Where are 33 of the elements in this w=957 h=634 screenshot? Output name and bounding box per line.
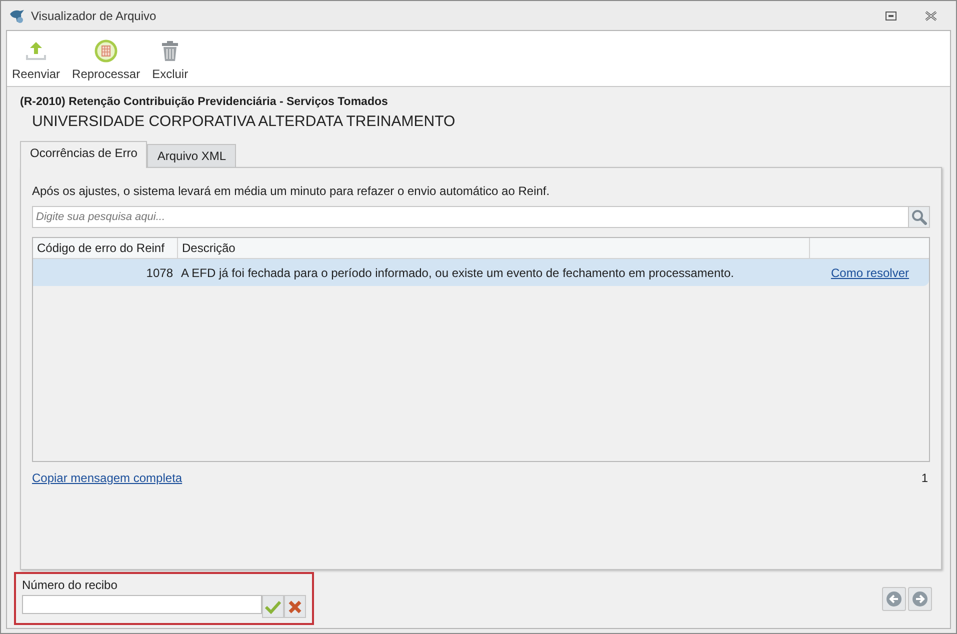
column-header: Código de erro do Reinf [33,238,178,258]
column-header: Descrição [178,238,810,258]
toolbar-button[interactable]: Excluir [152,39,188,81]
copy-message-link[interactable]: Copiar mensagem completa [32,471,182,485]
search-button[interactable] [908,206,930,228]
reprocess-icon [94,39,118,63]
company-name: UNIVERSIDADE CORPORATIVA ALTERDATA TREINAMENTO [32,113,456,130]
toolbar-button[interactable]: Reprocessar [72,39,140,81]
previous-button[interactable] [882,587,906,611]
search-icon [911,209,927,225]
toolbar-button[interactable]: Reenviar [12,39,60,81]
next-button[interactable] [908,587,932,611]
receipt-label: Número do recibo [22,578,118,592]
window-title: Visualizador de Arquivo [31,8,156,22]
close-icon[interactable] [925,10,937,20]
tab[interactable]: Ocorrências de Erro [20,141,148,168]
cancel-button[interactable] [284,595,306,618]
tab[interactable]: Arquivo XML [147,144,236,167]
restore-icon[interactable] [885,10,897,20]
error-description: A EFD já foi fechada para o período informado, ou existe um evento de fechamento em processamento. [180,266,735,280]
upload-icon [24,39,48,63]
info-text: Após os ajustes, o sistema levará em média um minuto para refazer o envio automático ao Reinf. [32,184,551,198]
close-icon [288,600,302,614]
receipt-field[interactable] [22,595,262,614]
event-title: (R-2010) Retenção Contribuição Previdenciária - Serviços Tomados [20,96,389,108]
check-icon [265,600,281,614]
bird-icon [9,8,25,24]
confirm-button[interactable] [262,595,284,618]
search-field[interactable]: Digite sua pesquisa aqui... [32,206,908,228]
how-to-fix-link[interactable]: Como resolver [830,266,910,280]
error-code: 1078 [145,266,174,280]
record-count: 1 [921,471,929,485]
table-row[interactable]: 1078 A EFD já foi fechada para o período informado, ou existe um evento de fechamento em processamento. Como resolver [33,259,929,286]
